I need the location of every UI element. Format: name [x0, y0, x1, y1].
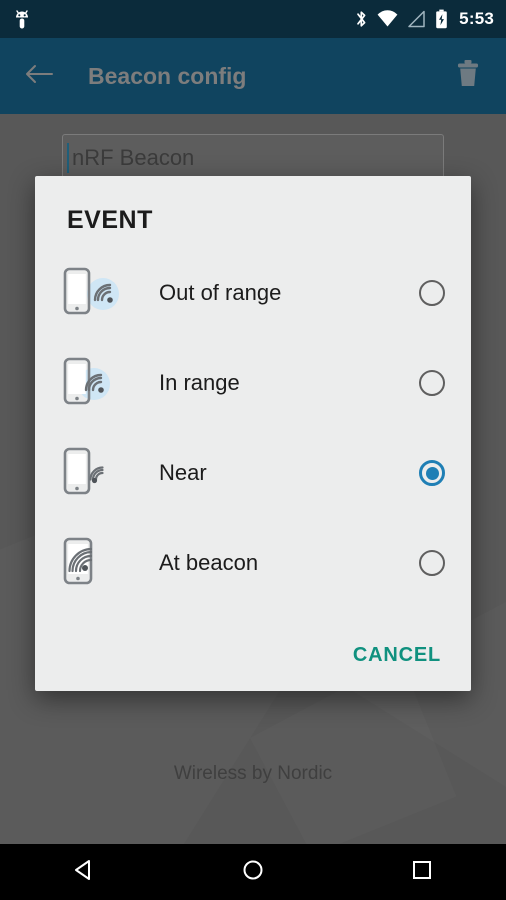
device-screen: 5:53 Beacon config nRF Beacon Wireless b…: [0, 0, 506, 900]
status-bar-right: 5:53: [355, 9, 494, 29]
option-row-out-of-range[interactable]: Out of range: [35, 248, 471, 338]
nav-recents-button[interactable]: [382, 844, 462, 900]
status-bar: 5:53: [0, 0, 506, 38]
status-bar-clock: 5:53: [459, 9, 494, 28]
dialog-title: EVENT: [67, 206, 153, 234]
android-nav-bar: [0, 844, 506, 900]
app-toolbar: Beacon config: [0, 38, 506, 114]
option-row-in-range[interactable]: In range: [35, 338, 471, 428]
back-button[interactable]: [16, 53, 62, 99]
radio-near[interactable]: [419, 460, 445, 486]
page-title: Beacon config: [88, 62, 247, 89]
dialog-actions: CANCEL: [35, 619, 471, 691]
nav-recents-icon: [409, 857, 435, 888]
delete-button[interactable]: [446, 54, 490, 98]
radio-out-of-range[interactable]: [419, 280, 445, 306]
phone-beacon-inside-icon: [61, 531, 125, 595]
option-label: Near: [159, 460, 207, 485]
cancel-button[interactable]: CANCEL: [353, 644, 441, 667]
bluetooth-icon: [355, 9, 368, 29]
wifi-icon: [377, 10, 398, 28]
footer-label: Wireless by Nordic: [173, 763, 333, 784]
option-label: Out of range: [159, 280, 282, 305]
text-cursor: [67, 143, 69, 173]
event-dialog: EVENT Out of range In range Near At beac…: [35, 176, 471, 691]
nav-back-button[interactable]: [44, 844, 124, 900]
option-row-near[interactable]: Near: [35, 428, 471, 518]
trash-icon: [454, 58, 482, 95]
option-label: At beacon: [159, 550, 259, 575]
android-head-icon: [12, 8, 32, 30]
cell-signal-icon: [407, 10, 426, 28]
back-arrow-icon: [24, 62, 54, 91]
phone-beacon-near-icon: [61, 441, 125, 505]
event-options-list: Out of range In range Near At beacon: [35, 248, 471, 608]
phone-beacon-far-icon: [61, 261, 125, 325]
status-bar-left: [12, 8, 32, 30]
beacon-name-value: nRF Beacon: [72, 145, 195, 170]
radio-in-range[interactable]: [419, 370, 445, 396]
nav-home-button[interactable]: [213, 844, 293, 900]
radio-at-beacon[interactable]: [419, 550, 445, 576]
phone-beacon-mid-icon: [61, 351, 125, 415]
beacon-name-input[interactable]: nRF Beacon: [62, 134, 444, 182]
battery-charging-icon: [435, 9, 448, 29]
option-label: In range: [159, 370, 240, 395]
nav-back-icon: [71, 857, 97, 888]
option-row-at-beacon[interactable]: At beacon: [35, 518, 471, 608]
nav-home-icon: [240, 857, 266, 888]
